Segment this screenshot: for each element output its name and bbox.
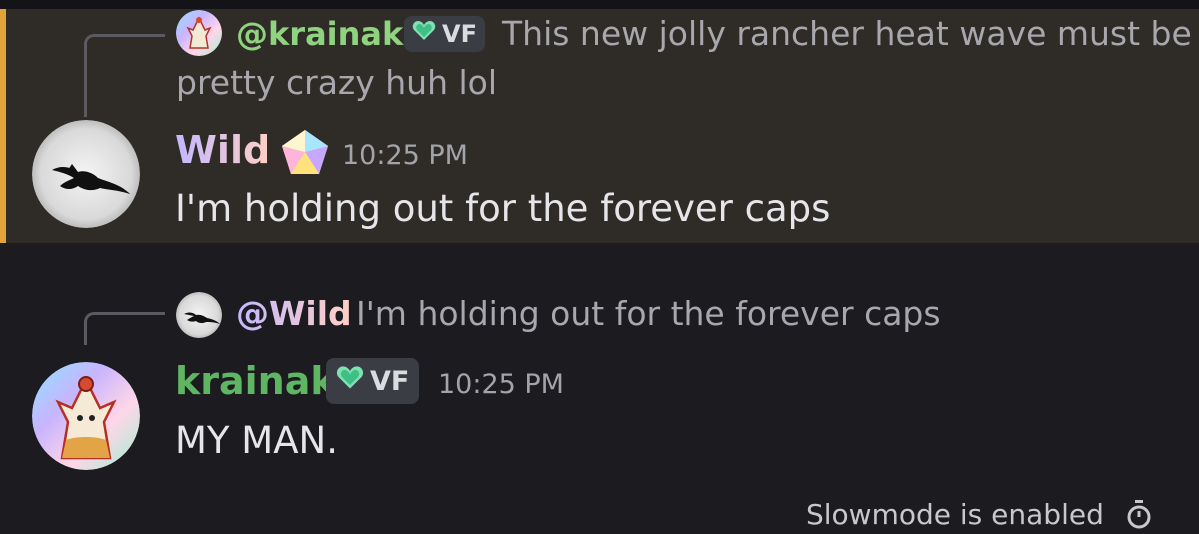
top-edge (0, 0, 1199, 9)
pentagon-gem-icon (280, 128, 330, 180)
reply-mention[interactable]: @Wild (236, 294, 352, 334)
slowmode-notice: Slowmode is enabled (806, 498, 1104, 531)
heart-icon (412, 20, 436, 48)
reply-connector (84, 312, 165, 345)
reply-mention[interactable]: @krainak (236, 14, 403, 54)
role-badge-label: VF (370, 365, 410, 397)
author-wild[interactable]: Wild (175, 127, 270, 173)
stopwatch-icon (1124, 500, 1154, 530)
avatar-krainak[interactable] (32, 362, 140, 470)
message-content[interactable]: I'm holding out for the forever caps (175, 186, 830, 232)
reply-preview-line2[interactable]: pretty crazy huh lol (176, 63, 497, 103)
role-badge[interactable]: VF (326, 358, 420, 404)
reply-preview[interactable]: I'm holding out for the forever caps (356, 294, 941, 334)
timestamp[interactable]: 10:25 PM (438, 368, 564, 402)
mention-highlight-bar (0, 9, 6, 243)
reply-preview-line1[interactable]: This new jolly rancher heat wave must be (502, 14, 1192, 54)
timestamp[interactable]: 10:25 PM (342, 139, 468, 173)
author-krainak[interactable]: krainak (175, 358, 336, 404)
reply-avatar-wild[interactable] (176, 292, 222, 338)
avatar-wild[interactable] (32, 120, 140, 228)
reply-avatar-krainak[interactable] (176, 10, 222, 56)
role-badge[interactable]: VF (404, 16, 485, 52)
heart-icon (336, 365, 364, 398)
role-badge-label: VF (442, 20, 477, 48)
message-content[interactable]: MY MAN. (175, 418, 338, 464)
reply-connector (84, 34, 165, 117)
